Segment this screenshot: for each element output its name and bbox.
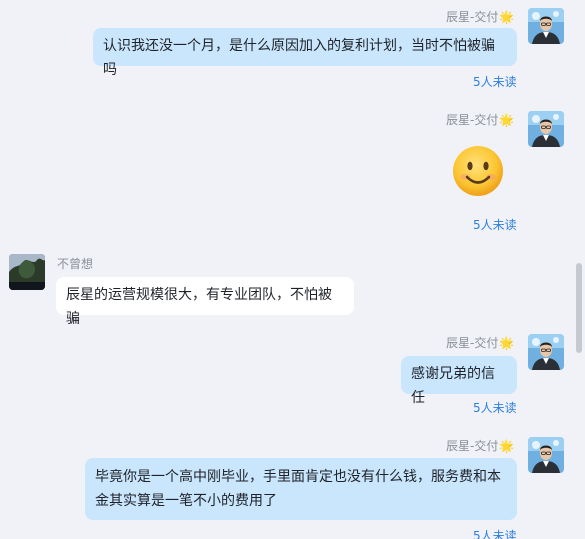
unread-status[interactable]: 5人未读 <box>473 400 517 416</box>
sender-name-label: 辰星-交付 <box>446 113 499 127</box>
avatar-man-icon <box>528 8 564 44</box>
message-text: 认识我还没一个月，是什么原因加入的复利计划，当时不怕被骗吗 <box>103 38 495 78</box>
message-text-line: 金其实算是一笔不小的费用了 <box>95 493 277 509</box>
scrollbar[interactable] <box>575 0 585 539</box>
message-bubble[interactable]: 感谢兄弟的信任 <box>401 356 517 406</box>
sender-name: 辰星-交付🌟 <box>446 9 514 25</box>
avatar[interactable] <box>528 437 564 473</box>
sender-name-label: 辰星-交付 <box>446 336 499 350</box>
sender-name-label: 辰星-交付 <box>446 10 499 24</box>
sender-name: 不曾想 <box>57 257 94 271</box>
avatar[interactable] <box>528 111 564 147</box>
sender-name-label: 辰星-交付 <box>446 439 499 453</box>
sender-name: 辰星-交付🌟 <box>446 112 514 128</box>
message-bubble[interactable]: 毕竟你是一个高中刚毕业，手里面肯定也没有什么钱，服务费和本 金其实算是一笔不小的… <box>85 458 517 520</box>
chat-message-list[interactable]: 辰星-交付🌟 认识我还没一个月，是什么原因加入的复利计划，当时不怕被骗吗 5人未… <box>0 0 585 539</box>
sender-name: 辰星-交付🌟 <box>446 438 514 454</box>
star-badge-icon: 🌟 <box>499 439 515 453</box>
message-text-line: 毕竟你是一个高中刚毕业，手里面肯定也没有什么钱，服务费和本 <box>95 469 501 485</box>
avatar[interactable] <box>528 8 564 44</box>
avatar[interactable] <box>9 254 45 290</box>
scrollbar-thumb[interactable] <box>576 263 582 353</box>
avatar-man-icon <box>528 111 564 147</box>
avatar-tree-icon <box>9 254 45 290</box>
unread-status[interactable]: 5人未读 <box>473 528 517 539</box>
message-text: 辰星的运营规模很大，有专业团队，不怕被骗 <box>66 287 332 327</box>
sender-name: 辰星-交付🌟 <box>446 335 514 351</box>
avatar-man-icon <box>528 334 564 370</box>
star-badge-icon: 🌟 <box>499 113 515 127</box>
avatar[interactable] <box>528 334 564 370</box>
star-badge-icon: 🌟 <box>499 336 515 350</box>
avatar-man-icon <box>528 437 564 473</box>
smiley-face-icon[interactable] <box>451 144 505 198</box>
unread-status[interactable]: 5人未读 <box>473 217 517 233</box>
message-bubble[interactable]: 辰星的运营规模很大，有专业团队，不怕被骗 <box>56 277 354 327</box>
unread-status[interactable]: 5人未读 <box>473 74 517 90</box>
message-bubble[interactable]: 认识我还没一个月，是什么原因加入的复利计划，当时不怕被骗吗 <box>93 28 517 78</box>
star-badge-icon: 🌟 <box>499 10 515 24</box>
